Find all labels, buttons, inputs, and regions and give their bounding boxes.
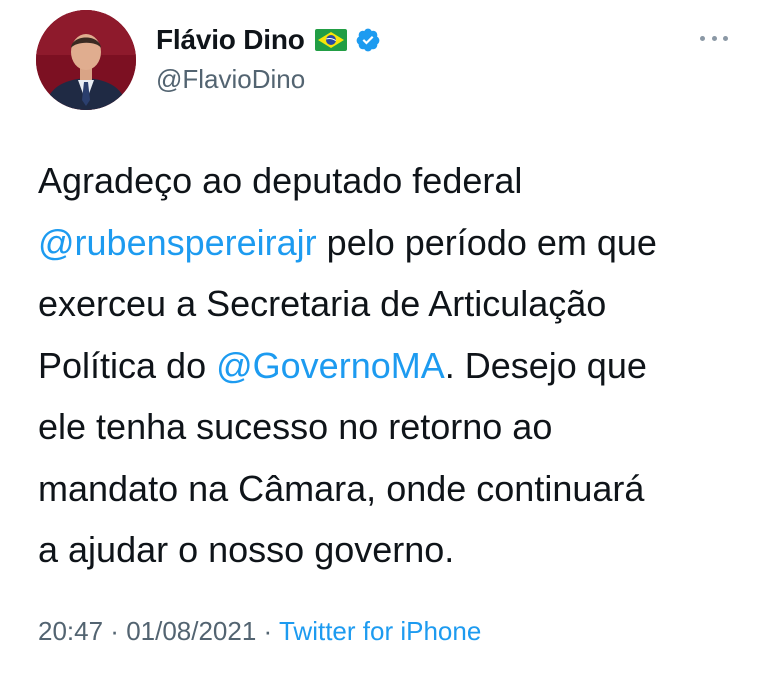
tweet-card: Flávio Dino @FlavioDino Agradeço ao depu…	[0, 0, 768, 680]
tweet-source-link[interactable]: Twitter for iPhone	[279, 616, 481, 646]
meta-separator: ·	[256, 616, 279, 646]
mention-link[interactable]: @GovernoMA	[216, 345, 445, 386]
tweet-text: Agradeço ao deputado federal @rubenspere…	[38, 150, 738, 581]
display-name[interactable]: Flávio Dino	[156, 24, 305, 56]
tweet-time[interactable]: 20:47	[38, 616, 103, 646]
tweet-line-text: pelo período em que	[316, 221, 657, 263]
tweet-line: exerceu a Secretaria de Articulação	[38, 283, 607, 324]
meta-separator: ·	[103, 616, 127, 646]
tweet-line: Política do @GovernoMA. Desejo que	[38, 335, 738, 397]
tweet-line: mandato na Câmara, onde continuará	[38, 467, 645, 509]
author-handle[interactable]: @FlavioDino	[156, 64, 305, 95]
tweet-meta: 20:47 · 01/08/2021 · Twitter for iPhone	[38, 616, 481, 647]
brazil-flag-icon	[314, 29, 347, 51]
tweet-line: ele tenha sucesso no retorno ao	[38, 406, 553, 447]
author-name-row: Flávio Dino	[156, 22, 381, 58]
tweet-line: @rubenspereirajr pelo período em que	[38, 212, 738, 274]
avatar-photo	[36, 10, 136, 110]
tweet-date[interactable]: 01/08/2021	[126, 616, 256, 646]
dot	[723, 35, 728, 41]
verified-badge-icon	[355, 27, 381, 53]
tweet-line-text: . Desejo que	[444, 344, 647, 386]
tweet-line: a ajudar o nosso governo.	[38, 529, 455, 570]
mention-link[interactable]: @rubenspereirajr	[38, 222, 317, 263]
tweet-line: Agradeço ao deputado federal	[38, 160, 523, 201]
dot	[700, 35, 705, 41]
tweet-line-text: Política do	[38, 344, 217, 386]
dot	[711, 35, 717, 41]
more-options-icon[interactable]	[700, 32, 728, 44]
avatar[interactable]	[36, 10, 136, 110]
